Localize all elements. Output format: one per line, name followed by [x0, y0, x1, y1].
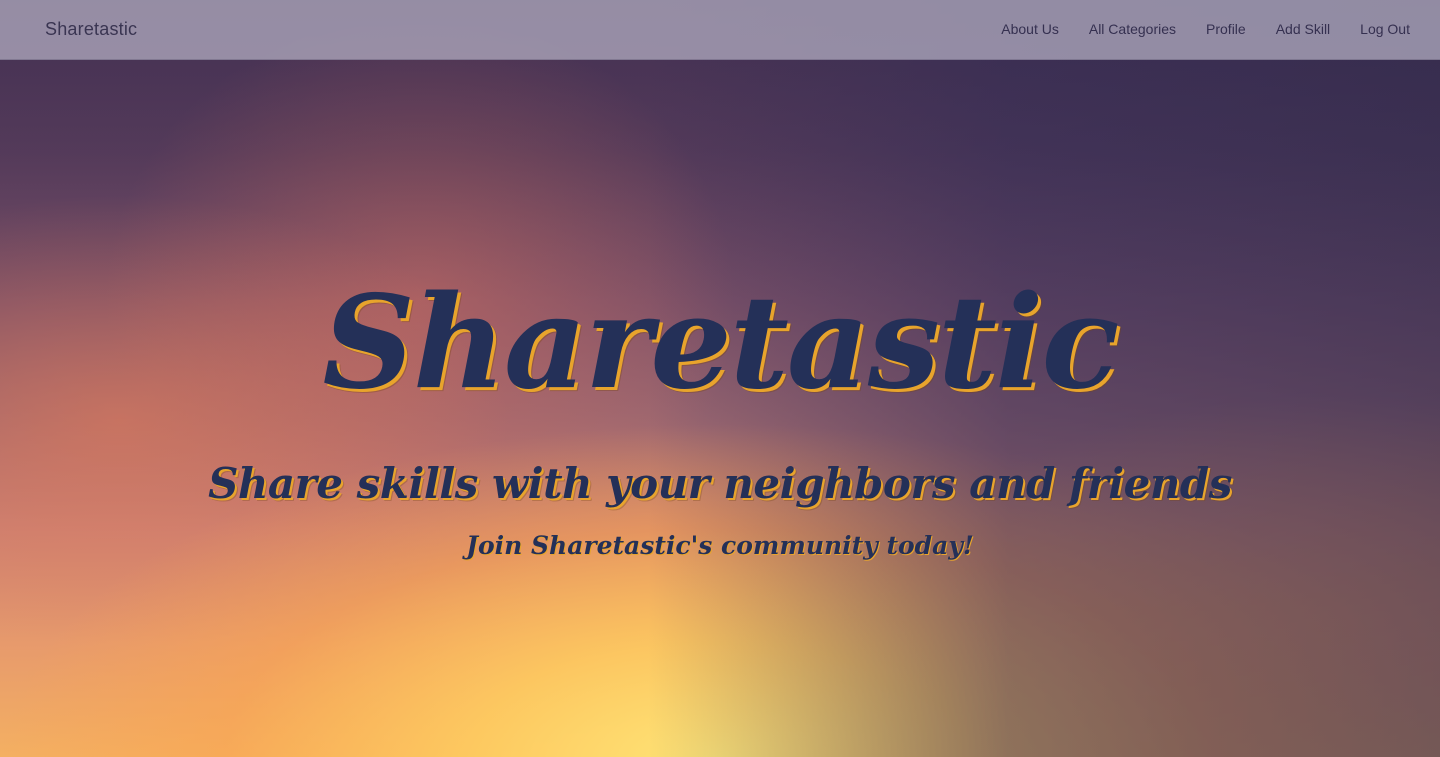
add-skill-link[interactable]: Add Skill — [1276, 21, 1330, 37]
all-categories-link[interactable]: All Categories — [1089, 21, 1176, 37]
hero-subtitle: Share skills with your neighbors and fri… — [208, 459, 1232, 508]
hero-title: Sharetastic — [322, 268, 1119, 418]
top-navbar: Sharetastic About Us All Categories Prof… — [0, 0, 1440, 60]
page: Sharetastic About Us All Categories Prof… — [0, 0, 1440, 757]
hero-section: Sharetastic Share skills with your neigh… — [0, 0, 1440, 757]
brand-link[interactable]: Sharetastic — [45, 19, 137, 40]
hero-tagline: Join Sharetastic's community today! — [466, 531, 974, 560]
nav-links: About Us All Categories Profile Add Skil… — [1001, 21, 1410, 39]
nav-item-about-us: About Us — [1001, 21, 1059, 39]
nav-item-all-categories: All Categories — [1089, 21, 1176, 39]
log-out-link[interactable]: Log Out — [1360, 21, 1410, 37]
about-us-link[interactable]: About Us — [1001, 21, 1059, 37]
nav-item-profile: Profile — [1206, 21, 1246, 39]
profile-link[interactable]: Profile — [1206, 21, 1246, 37]
nav-item-add-skill: Add Skill — [1276, 21, 1330, 39]
nav-item-log-out: Log Out — [1360, 21, 1410, 39]
